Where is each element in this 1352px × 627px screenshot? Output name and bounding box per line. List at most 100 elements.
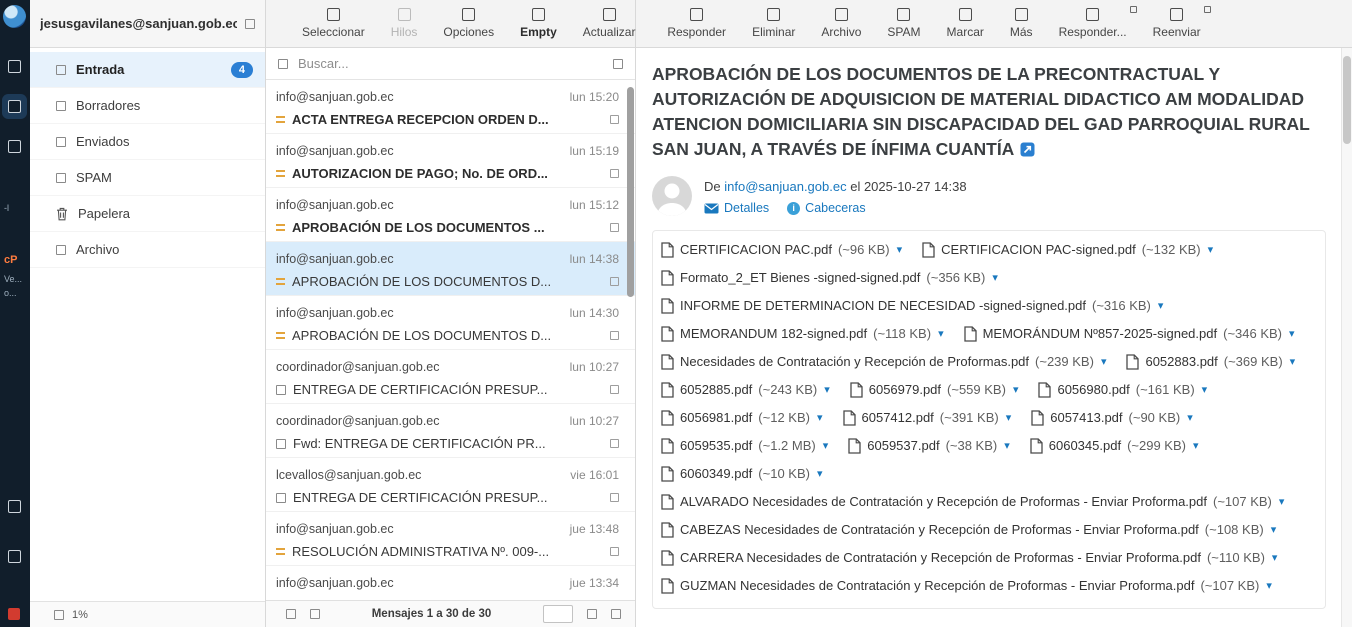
attachment-item[interactable]: GUZMAN Necesidades de Contratación y Rec…: [661, 576, 1272, 595]
message-checkbox[interactable]: [276, 439, 286, 449]
window-icon[interactable]: [8, 140, 21, 153]
toolbar-button[interactable]: SPAM: [885, 6, 922, 41]
attachment-menu-caret[interactable]: ▾: [897, 243, 903, 256]
toolbar-button[interactable]: Más: [1008, 6, 1035, 41]
toolbar-button[interactable]: Empty: [518, 6, 559, 41]
attachment-menu-caret[interactable]: ▾: [1266, 579, 1272, 592]
attachment-item[interactable]: CABEZAS Necesidades de Contratación y Re…: [661, 520, 1276, 539]
next-page-icon[interactable]: [611, 609, 621, 619]
attachment-menu-caret[interactable]: ▾: [1158, 299, 1164, 312]
message-row[interactable]: info@sanjuan.gob.ec lun 14:30 APROBACIÓN…: [266, 296, 635, 350]
select-all-checkbox[interactable]: [286, 609, 296, 619]
attachment-item[interactable]: 6052885.pdf (~243 KB) ▾: [661, 380, 830, 399]
browser-logo-icon[interactable]: [3, 5, 26, 28]
attachment-item[interactable]: MEMORÁNDUM Nº857-2025-signed.pdf (~346 K…: [964, 324, 1295, 343]
attachment-item[interactable]: 6060349.pdf (~10 KB) ▾: [661, 464, 823, 483]
search-input[interactable]: [298, 56, 603, 71]
window-icon[interactable]: [8, 550, 21, 563]
attachment-menu-caret[interactable]: ▾: [1290, 355, 1296, 368]
attachment-menu-caret[interactable]: ▾: [992, 271, 998, 284]
toolbar-button[interactable]: Seleccionar: [300, 6, 367, 41]
dropdown-icon[interactable]: [1204, 6, 1211, 13]
window-scrollbar[interactable]: [1341, 48, 1352, 627]
toolbar-button[interactable]: Marcar: [945, 6, 986, 41]
flag-icon[interactable]: [610, 169, 619, 178]
window-icon[interactable]: [8, 500, 21, 513]
attachment-menu-caret[interactable]: ▾: [1006, 411, 1012, 424]
attachment-menu-caret[interactable]: ▾: [1272, 551, 1278, 564]
attachment-item[interactable]: 6056979.pdf (~559 KB) ▾: [850, 380, 1019, 399]
attachment-item[interactable]: 6056981.pdf (~12 KB) ▾: [661, 408, 823, 427]
message-row[interactable]: info@sanjuan.gob.ec lun 15:12 APROBACIÓN…: [266, 188, 635, 242]
attachment-item[interactable]: 6052883.pdf (~369 KB) ▾: [1126, 352, 1295, 371]
flag-icon[interactable]: [610, 223, 619, 232]
attachment-menu-caret[interactable]: ▾: [1279, 495, 1285, 508]
details-toggle[interactable]: Detalles: [704, 201, 769, 215]
dropdown-icon[interactable]: [1130, 6, 1137, 13]
attachment-menu-caret[interactable]: ▾: [1208, 243, 1214, 256]
flag-icon[interactable]: [610, 439, 619, 448]
attachment-menu-caret[interactable]: ▾: [817, 411, 823, 424]
toolbar-button[interactable]: Opciones: [441, 6, 496, 41]
headers-toggle[interactable]: i Cabeceras: [787, 201, 865, 215]
toolbar-button[interactable]: Responder: [665, 6, 728, 41]
cpanel-icon[interactable]: cP: [4, 254, 17, 266]
attachment-menu-caret[interactable]: ▾: [1013, 383, 1019, 396]
attachment-menu-caret[interactable]: ▾: [1187, 411, 1193, 424]
search-icon[interactable]: [278, 59, 288, 69]
message-checkbox[interactable]: [276, 385, 286, 395]
toolbar-button[interactable]: Responder...: [1057, 6, 1129, 41]
active-window-icon[interactable]: [8, 100, 21, 113]
flag-icon[interactable]: [610, 331, 619, 340]
attachment-menu-caret[interactable]: ▾: [823, 439, 829, 452]
folder-item[interactable]: Archivo: [30, 232, 265, 268]
message-row[interactable]: coordinador@sanjuan.gob.ec lun 10:27 Fwd…: [266, 404, 635, 458]
attachment-menu-caret[interactable]: ▾: [1271, 523, 1277, 536]
message-row[interactable]: lcevallos@sanjuan.gob.ec vie 16:01 ENTRE…: [266, 458, 635, 512]
attachment-item[interactable]: ALVARADO Necesidades de Contratación y R…: [661, 492, 1284, 511]
attachment-menu-caret[interactable]: ▾: [1193, 439, 1199, 452]
list-options-icon[interactable]: [310, 609, 320, 619]
toolbar-button[interactable]: Hilos: [389, 6, 420, 41]
folder-item[interactable]: Borradores: [30, 88, 265, 124]
attachment-item[interactable]: 6057412.pdf (~391 KB) ▾: [843, 408, 1012, 427]
flag-icon[interactable]: [610, 277, 619, 286]
message-row[interactable]: info@sanjuan.gob.ec lun 15:20 ACTA ENTRE…: [266, 80, 635, 134]
attachment-item[interactable]: 6057413.pdf (~90 KB) ▾: [1031, 408, 1193, 427]
message-row[interactable]: info@sanjuan.gob.ec lun 15:19 AUTORIZACI…: [266, 134, 635, 188]
attachment-menu-caret[interactable]: ▾: [1289, 327, 1295, 340]
message-row[interactable]: info@sanjuan.gob.ec jue 13:48 RESOLUCIÓN…: [266, 512, 635, 566]
attachment-item[interactable]: CERTIFICACION PAC.pdf (~96 KB) ▾: [661, 240, 902, 259]
folder-item[interactable]: Entrada 4: [30, 52, 265, 88]
attachment-item[interactable]: INFORME DE DETERMINACION DE NECESIDAD -s…: [661, 296, 1163, 315]
attachment-item[interactable]: 6060345.pdf (~299 KB) ▾: [1030, 436, 1199, 455]
message-row[interactable]: coordinador@sanjuan.gob.ec lun 10:27 ENT…: [266, 350, 635, 404]
flag-icon[interactable]: [610, 115, 619, 124]
message-row[interactable]: info@sanjuan.gob.ec lun 14:38 APROBACIÓN…: [266, 242, 635, 296]
attachment-item[interactable]: MEMORANDUM 182-signed.pdf (~118 KB) ▾: [661, 324, 944, 343]
attachment-item[interactable]: CERTIFICACION PAC-signed.pdf (~132 KB) ▾: [922, 240, 1213, 259]
message-checkbox[interactable]: [276, 493, 286, 503]
list-scrollbar-thumb[interactable]: [627, 87, 634, 297]
folder-item[interactable]: SPAM: [30, 160, 265, 196]
attachment-menu-caret[interactable]: ▾: [1101, 355, 1107, 368]
close-icon[interactable]: [8, 608, 20, 620]
attachment-item[interactable]: Formato_2_ET Bienes -signed-signed.pdf (…: [661, 268, 998, 287]
folder-item[interactable]: Enviados: [30, 124, 265, 160]
attachment-item[interactable]: CARRERA Necesidades de Contratación y Re…: [661, 548, 1277, 567]
flag-icon[interactable]: [610, 493, 619, 502]
prev-page-icon[interactable]: [587, 609, 597, 619]
page-input[interactable]: [543, 605, 573, 623]
message-row[interactable]: info@sanjuan.gob.ec jue 13:34: [266, 566, 635, 600]
open-in-new-window-icon[interactable]: [1020, 139, 1035, 154]
list-scrollbar[interactable]: [627, 81, 634, 599]
toolbar-button[interactable]: Archivo: [819, 6, 863, 41]
from-email-link[interactable]: info@sanjuan.gob.ec: [724, 179, 846, 194]
flag-icon[interactable]: [610, 385, 619, 394]
attachment-item[interactable]: 6059537.pdf (~38 KB) ▾: [848, 436, 1010, 455]
attachment-menu-caret[interactable]: ▾: [1004, 439, 1010, 452]
toolbar-button[interactable]: Actualizar: [581, 6, 638, 41]
panel-toggle-icon[interactable]: [245, 19, 255, 29]
attachment-item[interactable]: 6059535.pdf (~1.2 MB) ▾: [661, 436, 828, 455]
window-icon[interactable]: [8, 60, 21, 73]
